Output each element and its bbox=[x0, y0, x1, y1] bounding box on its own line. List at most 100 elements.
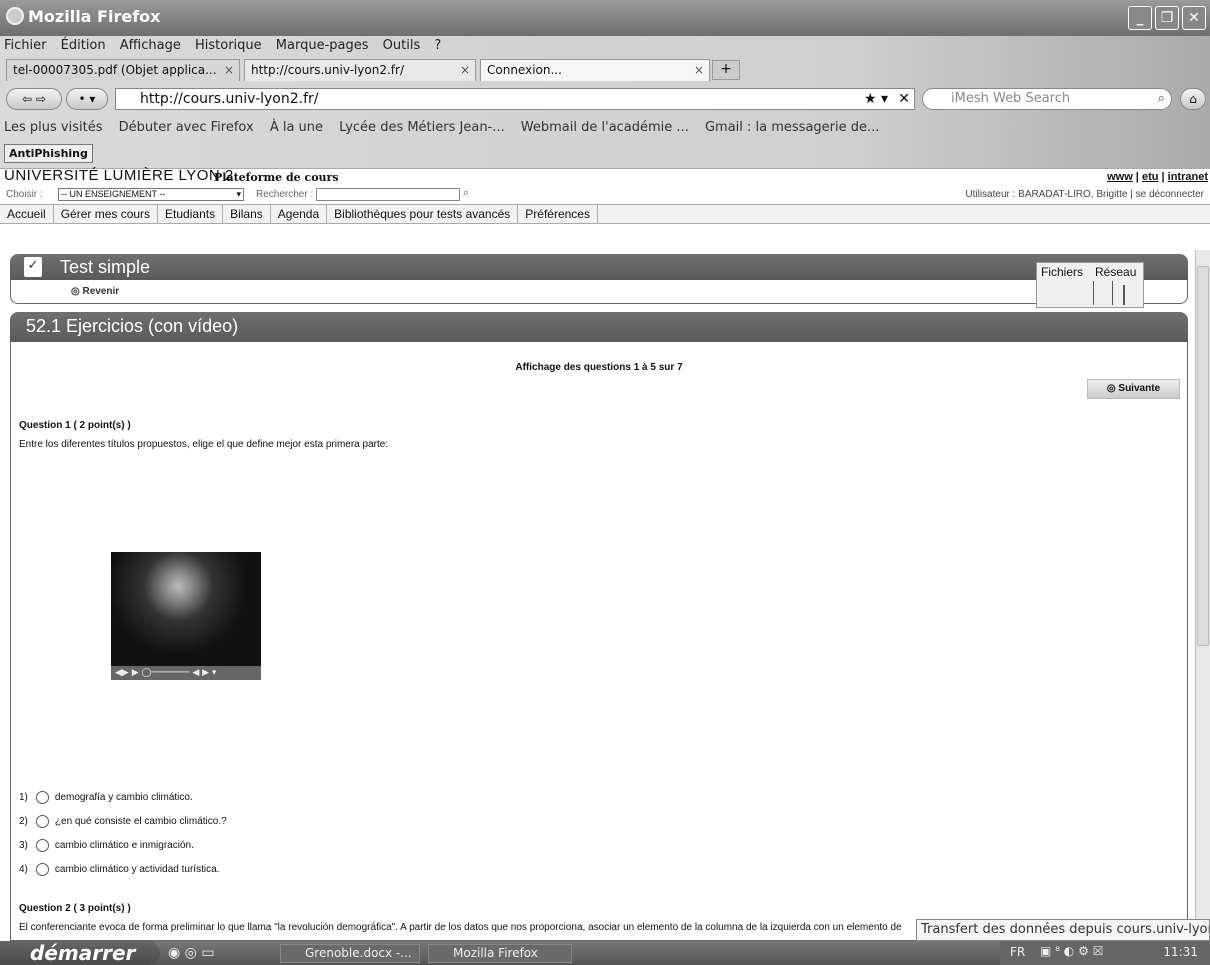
search-icon[interactable]: ⌕ bbox=[1158, 89, 1165, 109]
nav-bilans[interactable]: Bilans bbox=[223, 205, 271, 224]
radio-button[interactable] bbox=[35, 791, 49, 804]
history-dropdown-icon[interactable]: • ▾ bbox=[66, 88, 108, 110]
start-label: démarrer bbox=[30, 941, 136, 965]
bookmark-item[interactable]: Lycée des Métiers Jean-... bbox=[339, 120, 504, 135]
home-icon[interactable]: ⌂ bbox=[1180, 88, 1206, 110]
question-2-title: Question 2 ( 3 point(s) ) bbox=[19, 903, 131, 914]
window-title: Mozilla Firefox bbox=[28, 7, 161, 26]
taskbar-item-firefox[interactable]: Mozilla Firefox bbox=[428, 944, 572, 963]
link-www[interactable]: www bbox=[1107, 171, 1133, 183]
network-monitor: Fichiers Réseau bbox=[1036, 262, 1144, 308]
network-label: Réseau bbox=[1095, 265, 1137, 279]
platform-title: Plateforme de cours bbox=[214, 171, 339, 184]
quicklaunch-icons[interactable]: ◉ ◎ ▭ bbox=[168, 945, 215, 961]
video-frame bbox=[111, 552, 261, 666]
search-placeholder: iMesh Web Search bbox=[951, 91, 1071, 106]
question-1-title: Question 1 ( 2 point(s) ) bbox=[19, 420, 131, 431]
option-4[interactable]: 4) cambio climático y actividad turística… bbox=[19, 863, 219, 876]
close-button[interactable]: ✕ bbox=[1182, 6, 1206, 30]
search-icon[interactable]: ⌕ bbox=[463, 187, 469, 200]
menu-edition[interactable]: Édition bbox=[61, 38, 106, 53]
tab-pdf[interactable]: tel-00007305.pdf (Objet applica... × bbox=[6, 59, 240, 81]
option-num: 1) bbox=[19, 792, 28, 804]
course-selector-row: Choisir : -- UN ENSEIGNEMENT -- ▾ Recher… bbox=[0, 186, 1210, 203]
nav-preferences[interactable]: Préférences bbox=[518, 205, 598, 224]
menu-fichier[interactable]: Fichier bbox=[4, 38, 47, 53]
tab-label: Connexion... bbox=[487, 63, 562, 77]
menu-outils[interactable]: Outils bbox=[383, 38, 421, 53]
menu-help[interactable]: ? bbox=[434, 38, 441, 53]
bookmark-item[interactable]: Les plus visités bbox=[4, 120, 102, 135]
option-3[interactable]: 3) cambio climático e inmigración. bbox=[19, 839, 194, 852]
exercise-title: 52.1 Ejercicios (con vídeo) bbox=[26, 316, 239, 336]
maximize-button[interactable]: ❐ bbox=[1155, 6, 1179, 30]
files-gauge bbox=[1093, 281, 1113, 305]
taskbar-item-word[interactable]: Grenoble.docx -... bbox=[280, 944, 420, 963]
firefox-icon bbox=[6, 7, 24, 25]
tab-cours[interactable]: http://cours.univ-lyon2.fr/ × bbox=[244, 59, 476, 81]
search-label: Rechercher : bbox=[256, 189, 314, 200]
nav-agenda[interactable]: Agenda bbox=[271, 205, 328, 224]
system-tray: FR ▣ ⁸ ◐ ⚙ ☒ 11:31 bbox=[1000, 941, 1210, 965]
option-num: 4) bbox=[19, 864, 28, 876]
nav-etudiants[interactable]: Etudiants bbox=[158, 205, 224, 224]
bookmark-item[interactable]: Webmail de l'académie ... bbox=[521, 120, 689, 135]
next-label: Suivante bbox=[1118, 383, 1161, 394]
user-info[interactable]: Utilisateur : BARADAT-LIRO, Brigitte | s… bbox=[965, 189, 1204, 200]
top-links: www | etu | intranet bbox=[1107, 171, 1208, 183]
tab-close-icon[interactable]: × bbox=[460, 63, 470, 77]
video-controls[interactable]: ◀▶ ▶ ◯─────── ◀ ▶ ▾ bbox=[111, 666, 261, 680]
option-num: 2) bbox=[19, 816, 28, 828]
star-icon[interactable]: ★ ▾ bbox=[864, 89, 888, 109]
tab-close-icon[interactable]: × bbox=[224, 63, 234, 77]
next-button[interactable]: ◎ Suivante bbox=[1087, 379, 1180, 399]
bookmark-item[interactable]: Débuter avec Firefox bbox=[119, 120, 254, 135]
files-label: Fichiers bbox=[1041, 265, 1084, 279]
question-1-text: Entre los diferentes títulos propuestos,… bbox=[19, 439, 389, 450]
vertical-scrollbar[interactable] bbox=[1195, 250, 1210, 941]
bookmark-item[interactable]: Gmail : la messagerie de... bbox=[705, 120, 879, 135]
tab-close-icon[interactable]: × bbox=[694, 63, 704, 77]
site-search-input[interactable] bbox=[316, 188, 460, 201]
display-info: Affichage des questions 1 à 5 sur 7 bbox=[515, 362, 683, 373]
radio-button[interactable] bbox=[35, 815, 49, 828]
url-bar[interactable]: http://cours.univ-lyon2.fr/ ★ ▾ ✕ bbox=[115, 88, 915, 110]
menu-affichage[interactable]: Affichage bbox=[120, 38, 181, 53]
course-select[interactable]: -- UN ENSEIGNEMENT -- ▾ bbox=[58, 188, 244, 201]
link-intranet[interactable]: intranet bbox=[1168, 171, 1208, 183]
back-label: Revenir bbox=[82, 286, 120, 297]
new-tab-button[interactable]: + bbox=[712, 60, 740, 80]
test-title: Test simple bbox=[60, 257, 151, 277]
stop-icon[interactable]: ✕ bbox=[898, 89, 910, 109]
exercise-panel-header: 52.1 Ejercicios (con vídeo) bbox=[10, 312, 1188, 342]
tab-connexion[interactable]: Connexion... × bbox=[480, 59, 710, 81]
back-forward-buttons[interactable]: ⇦ ⇨ bbox=[6, 88, 62, 110]
menu-historique[interactable]: Historique bbox=[195, 38, 262, 53]
search-bar[interactable]: iMesh Web Search ⌕ bbox=[922, 88, 1172, 110]
nav-bibliotheques[interactable]: Bibliothèques pour tests avancés bbox=[327, 205, 519, 224]
minimize-button[interactable]: _ bbox=[1128, 6, 1152, 30]
option-num: 3) bbox=[19, 840, 28, 852]
menu-marque-pages[interactable]: Marque-pages bbox=[276, 38, 369, 53]
option-1[interactable]: 1) demografía y cambio climático. bbox=[19, 791, 193, 804]
option-text: cambio climático e inmigración. bbox=[54, 840, 194, 852]
back-link[interactable]: ◎ Revenir bbox=[71, 286, 119, 297]
start-button[interactable]: démarrer bbox=[0, 941, 160, 965]
radio-button[interactable] bbox=[35, 839, 49, 852]
bookmark-item[interactable]: À la une bbox=[270, 120, 323, 135]
option-2[interactable]: 2) ¿en qué consiste el cambio climático.? bbox=[19, 815, 227, 828]
radio-button[interactable] bbox=[35, 863, 49, 876]
choose-label: Choisir : bbox=[6, 189, 43, 200]
exercise-panel-body: Affichage des questions 1 à 5 sur 7 ◎ Su… bbox=[10, 342, 1188, 941]
link-etu[interactable]: etu bbox=[1142, 171, 1159, 183]
tray-icons[interactable]: ▣ ⁸ ◐ ⚙ ☒ bbox=[1040, 944, 1103, 958]
language-indicator[interactable]: FR bbox=[1010, 945, 1025, 959]
option-text: cambio climático y actividad turística. bbox=[54, 864, 220, 876]
nav-gerer-cours[interactable]: Gérer mes cours bbox=[54, 205, 159, 224]
test-panel-body: ◎ Revenir bbox=[10, 280, 1188, 304]
nav-accueil[interactable]: Accueil bbox=[0, 205, 54, 224]
video-player[interactable]: ◀▶ ▶ ◯─────── ◀ ▶ ▾ bbox=[111, 552, 261, 680]
antiphishing-button[interactable]: AntiPhishing bbox=[4, 144, 93, 163]
scrollbar-thumb[interactable] bbox=[1197, 266, 1209, 646]
status-text: Transfert des données depuis cours.univ-… bbox=[916, 919, 1210, 941]
